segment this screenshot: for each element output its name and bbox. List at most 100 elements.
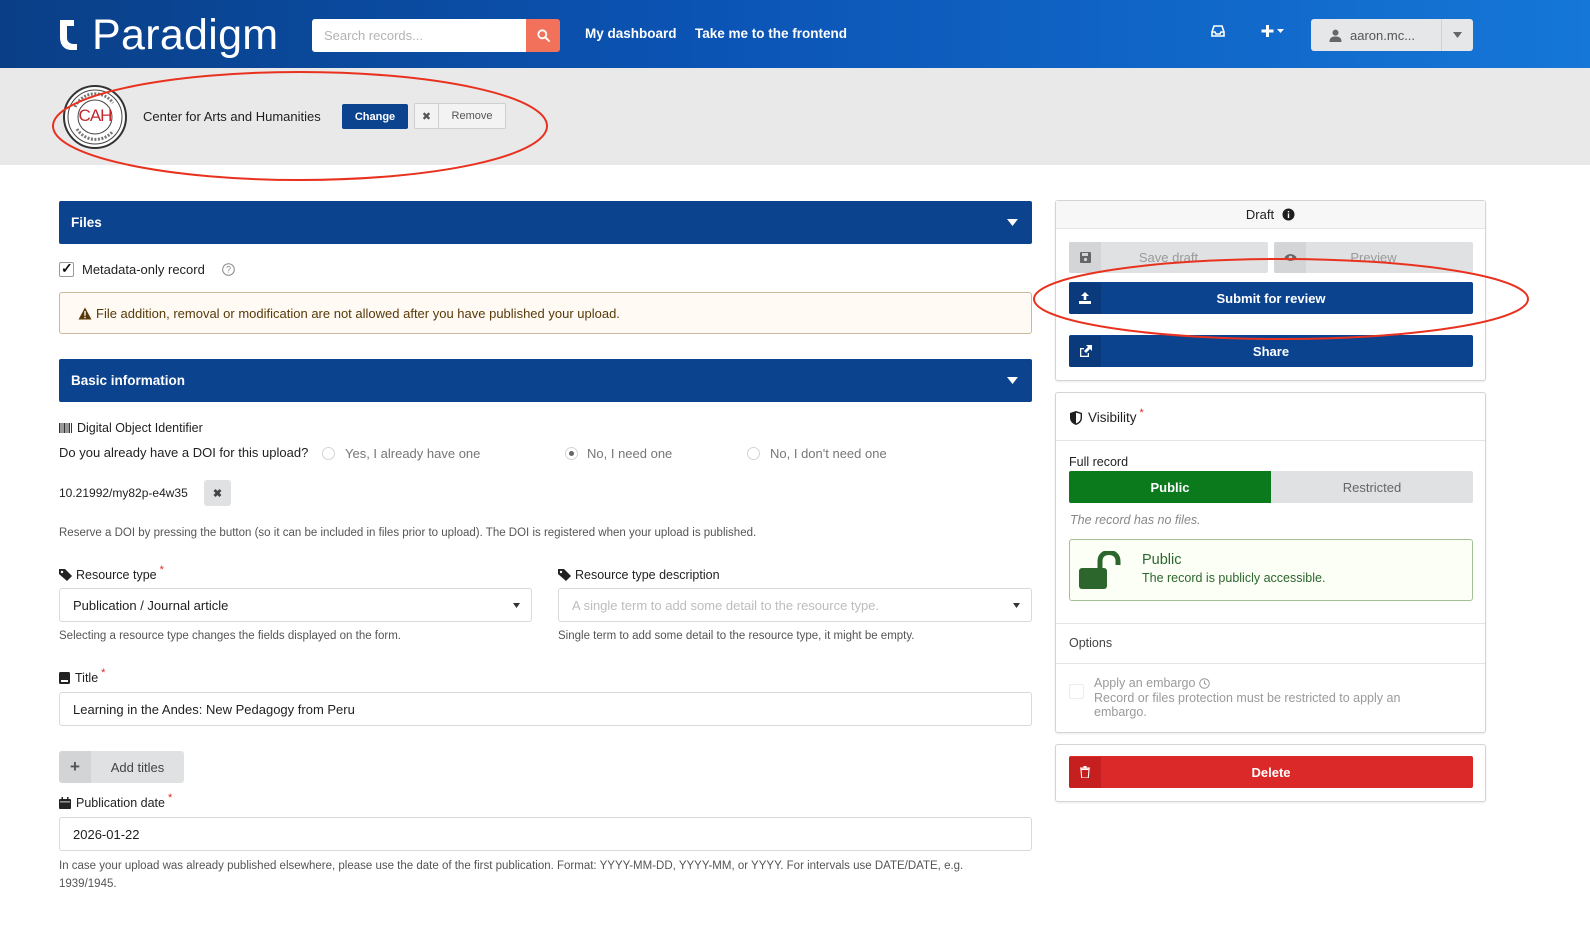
brand-logo[interactable]: Paradigm [58, 12, 278, 58]
embargo-desc-line2: embargo. [1094, 705, 1147, 719]
shield-icon [1070, 410, 1082, 425]
save-draft-label: Save draft [1138, 250, 1199, 265]
user-menu[interactable]: aaron.mc... [1311, 19, 1473, 51]
title-label-text: Title [75, 671, 99, 685]
inbox-icon[interactable] [1210, 24, 1226, 38]
top-navbar: Paradigm My dashboard Take me to the fro… [0, 0, 1590, 68]
submit-for-review-label: Submit for review [1216, 290, 1326, 306]
visibility-title: Visibility * [1070, 407, 1144, 425]
resource-desc-select[interactable]: A single term to add some detail to the … [558, 588, 1032, 622]
doi-option-have-radio[interactable] [322, 447, 335, 460]
delete-button[interactable]: Delete [1069, 756, 1473, 788]
files-warning-message: File addition, removal or modification a… [59, 292, 1032, 334]
clock-icon [1199, 677, 1211, 689]
doi-label-text: Digital Object Identifier [77, 421, 203, 435]
resource-type-help: Selecting a resource type changes the fi… [59, 630, 402, 642]
barcode-icon [59, 423, 72, 433]
public-status-message: Public The record is publicly accessible… [1069, 539, 1473, 601]
save-draft-button[interactable]: Save draft [1069, 242, 1268, 273]
resource-type-value: Publication / Journal article [73, 597, 229, 613]
calendar-icon [59, 797, 71, 809]
resource-desc-placeholder: A single term to add some detail to the … [572, 597, 880, 613]
caret-down-icon [1007, 377, 1018, 384]
paradigm-logo-icon [60, 20, 77, 50]
plus-icon: + [59, 751, 91, 783]
seal-text: CAH [78, 106, 113, 125]
options-label: Options [1069, 636, 1113, 650]
publication-date-input[interactable]: 2026-01-22 [59, 817, 1032, 851]
community-seal: CAH [63, 85, 127, 149]
help-icon[interactable]: ? [222, 263, 235, 281]
doi-option-none-radio[interactable] [747, 447, 760, 460]
change-community-button[interactable]: Change [342, 104, 408, 129]
nav-my-dashboard[interactable]: My dashboard [585, 26, 677, 41]
public-box-title: Public [1142, 552, 1182, 568]
dropdown-icon [1013, 603, 1020, 608]
title-input[interactable]: Learning in the Andes: New Pedagogy from… [59, 692, 1032, 726]
resource-desc-label-text: Resource type description [575, 568, 720, 582]
save-icon [1069, 242, 1101, 273]
dropdown-icon [513, 603, 520, 608]
upload-icon [1069, 282, 1101, 314]
share-label: Share [1252, 343, 1290, 359]
embargo-desc-line1: Record or files protection must be restr… [1094, 691, 1401, 705]
publication-date-help-line1: In case your upload was already publishe… [59, 860, 964, 872]
search-input[interactable] [312, 19, 527, 52]
doi-option-have-label: Yes, I already have one [345, 446, 481, 461]
basic-information-accordion[interactable]: Basic information [59, 359, 1032, 402]
close-icon: ✖ [415, 104, 439, 128]
preview-button[interactable]: Preview [1274, 242, 1473, 273]
search-bar [312, 19, 560, 52]
visibility-title-text: Visibility [1088, 410, 1137, 425]
add-titles-button[interactable]: + Add titles [59, 751, 184, 783]
basic-information-title: Basic information [71, 373, 186, 388]
divider [1056, 663, 1485, 664]
info-icon[interactable] [1282, 208, 1295, 221]
public-box-desc: The record is publicly accessible. [1142, 571, 1326, 585]
nav-frontend[interactable]: Take me to the frontend [695, 26, 847, 41]
no-files-note: The record has no files. [1070, 513, 1201, 527]
close-icon: ✖ [212, 487, 223, 500]
warning-icon [78, 307, 92, 319]
warning-text: File addition, removal or modification a… [96, 305, 620, 321]
full-record-label: Full record [1069, 455, 1129, 469]
delete-label: Delete [1251, 764, 1291, 780]
book-icon [59, 672, 70, 684]
publication-date-help-line2: 1939/1945. [59, 878, 117, 890]
resource-type-select[interactable]: Publication / Journal article [59, 588, 532, 622]
metadata-only-label: Metadata-only record [82, 262, 205, 277]
files-accordion[interactable]: Files [59, 201, 1032, 244]
doi-value: 10.21992/my82p-e4w35 [59, 486, 188, 500]
doi-option-need-label: No, I need one [587, 446, 673, 461]
resource-type-label-text: Resource type [76, 568, 157, 582]
tag-icon [558, 569, 571, 581]
share-button[interactable]: Share [1069, 335, 1473, 367]
user-menu-dropdown[interactable] [1441, 19, 1473, 51]
publication-date-label: Publication date * [59, 792, 172, 810]
add-titles-label: Add titles [110, 759, 165, 775]
resource-desc-label: Resource type description [558, 568, 720, 582]
caret-down-icon [1453, 32, 1462, 38]
submit-for-review-button[interactable]: Submit for review [1069, 282, 1473, 314]
doi-option-none-label: No, I don't need one [770, 446, 887, 461]
embargo-label: Apply an embargo [1094, 676, 1211, 690]
caret-down-icon [1007, 219, 1018, 226]
clear-doi-button[interactable]: ✖ [204, 480, 231, 506]
restricted-toggle-button[interactable]: Restricted [1271, 471, 1473, 503]
resource-desc-help: Single term to add some detail to the re… [558, 630, 915, 642]
publication-date-label-text: Publication date [76, 796, 165, 810]
doi-option-need-radio[interactable] [565, 447, 578, 460]
public-toggle-button[interactable]: Public [1069, 471, 1271, 503]
embargo-checkbox[interactable] [1069, 684, 1084, 699]
remove-community-button[interactable]: ✖ Remove [414, 103, 506, 129]
plus-menu-icon[interactable] [1261, 24, 1285, 38]
svg-text:?: ? [226, 265, 231, 275]
preview-label: Preview [1350, 250, 1397, 265]
search-button[interactable] [526, 19, 560, 52]
community-name: Center for Arts and Humanities [143, 109, 321, 124]
metadata-only-checkbox[interactable] [59, 260, 74, 277]
doi-question: Do you already have a DOI for this uploa… [59, 445, 309, 460]
remove-label: Remove [451, 110, 493, 122]
tag-icon [59, 569, 72, 581]
eye-icon [1274, 242, 1306, 273]
